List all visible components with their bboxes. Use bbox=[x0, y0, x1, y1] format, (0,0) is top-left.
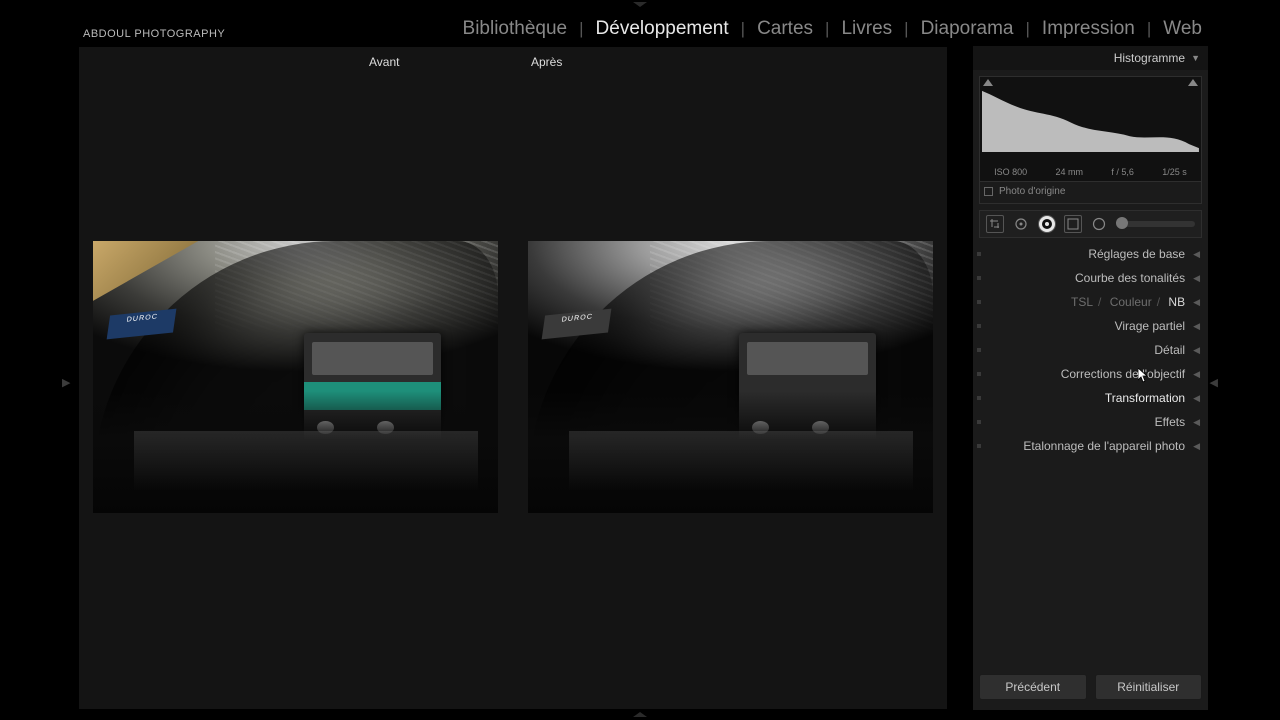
chevron-left-icon: ◀ bbox=[1193, 297, 1200, 308]
checkbox-icon[interactable] bbox=[984, 187, 993, 196]
chevron-left-icon: ◀ bbox=[1193, 249, 1200, 260]
module-sep: | bbox=[817, 19, 837, 39]
module-sep: | bbox=[733, 19, 753, 39]
module-book[interactable]: Livres bbox=[837, 18, 896, 40]
chevron-left-icon: ◀ bbox=[1193, 273, 1200, 284]
panel-hsl[interactable]: TSL/ Couleur/ NB ◀ bbox=[973, 290, 1208, 314]
hsl-tab-color[interactable]: Couleur bbox=[1110, 295, 1152, 309]
previous-button[interactable]: Précédent bbox=[979, 674, 1087, 700]
left-panel-collapsed: ▶ bbox=[0, 46, 78, 710]
develop-canvas: Avant Après DUROC DUROC bbox=[78, 46, 948, 710]
hsl-tab-tsl[interactable]: TSL bbox=[1071, 295, 1093, 309]
histogram[interactable]: ISO 800 24 mm f / 5,6 1/25 s bbox=[979, 76, 1202, 182]
panel-transform[interactable]: Transformation◀ bbox=[973, 386, 1208, 410]
chevron-left-icon: ◀ bbox=[1193, 417, 1200, 428]
chevron-down-icon: ▼ bbox=[1191, 53, 1200, 63]
right-edge-strip: ◀ bbox=[1208, 46, 1280, 710]
exif-aperture: f / 5,6 bbox=[1111, 167, 1134, 177]
reset-button[interactable]: Réinitialiser bbox=[1095, 674, 1203, 700]
develop-panel-list: Réglages de base◀ Courbe des tonalités◀ … bbox=[973, 242, 1208, 458]
graduated-filter-icon[interactable] bbox=[1064, 215, 1082, 233]
panel-split-toning[interactable]: Virage partiel◀ bbox=[973, 314, 1208, 338]
after-image[interactable]: DUROC bbox=[528, 241, 933, 513]
module-sep: | bbox=[1139, 19, 1159, 39]
chevron-left-icon: ◀ bbox=[1193, 393, 1200, 404]
exif-shutter: 1/25 s bbox=[1162, 167, 1187, 177]
chevron-left-icon: ◀ bbox=[1193, 321, 1200, 332]
panel-camera-calibration[interactable]: Etalonnage de l'appareil photo◀ bbox=[973, 434, 1208, 458]
chevron-left-icon: ◀ bbox=[1193, 441, 1200, 452]
panel-effects[interactable]: Effets◀ bbox=[973, 410, 1208, 434]
chevron-left-icon: ◀ bbox=[1193, 345, 1200, 356]
chevron-left-icon: ◀ bbox=[1193, 369, 1200, 380]
panel-basic[interactable]: Réglages de base◀ bbox=[973, 242, 1208, 266]
histogram-title: Histogramme bbox=[1114, 51, 1185, 65]
module-slideshow[interactable]: Diaporama bbox=[917, 18, 1018, 40]
original-photo-row[interactable]: Photo d'origine bbox=[979, 182, 1202, 204]
module-sep: | bbox=[1018, 19, 1038, 39]
module-web[interactable]: Web bbox=[1159, 18, 1206, 40]
panel-tonecurve[interactable]: Courbe des tonalités◀ bbox=[973, 266, 1208, 290]
hsl-tab-bw[interactable]: NB bbox=[1168, 295, 1185, 309]
station-sign: DUROC bbox=[542, 308, 612, 339]
module-print[interactable]: Impression bbox=[1038, 18, 1139, 40]
histogram-header[interactable]: Histogramme ▼ bbox=[973, 46, 1208, 70]
top-bar: ABDOUL PHOTOGRAPHY Bibliothèque | Dévelo… bbox=[0, 0, 1280, 46]
bottom-panel-toggle-icon[interactable] bbox=[633, 712, 647, 718]
module-develop[interactable]: Développement bbox=[592, 18, 733, 40]
brush-size-slider[interactable] bbox=[1116, 221, 1195, 227]
redeye-tool-icon[interactable] bbox=[1038, 215, 1056, 233]
crop-tool-icon[interactable] bbox=[986, 215, 1004, 233]
panel-detail[interactable]: Détail◀ bbox=[973, 338, 1208, 362]
before-label: Avant bbox=[369, 55, 399, 69]
exif-focal: 24 mm bbox=[1056, 167, 1084, 177]
station-sign: DUROC bbox=[107, 308, 177, 339]
expand-right-icon[interactable]: ◀ bbox=[1210, 376, 1218, 389]
exif-iso: ISO 800 bbox=[994, 167, 1027, 177]
module-sep: | bbox=[896, 19, 916, 39]
module-map[interactable]: Cartes bbox=[753, 18, 817, 40]
local-tools-strip bbox=[979, 210, 1202, 238]
original-photo-label: Photo d'origine bbox=[999, 186, 1065, 197]
radial-filter-icon[interactable] bbox=[1090, 215, 1108, 233]
expand-left-icon[interactable]: ▶ bbox=[62, 376, 70, 389]
develop-right-panel: Histogramme ▼ ISO 800 24 mm f / 5,6 1/25… bbox=[972, 46, 1208, 710]
spot-tool-icon[interactable] bbox=[1012, 215, 1030, 233]
module-library[interactable]: Bibliothèque bbox=[459, 18, 572, 40]
module-sep: | bbox=[571, 19, 591, 39]
panel-lens-corrections[interactable]: Corrections de l'objectif◀ bbox=[973, 362, 1208, 386]
before-image[interactable]: DUROC bbox=[93, 241, 498, 513]
compare-labels: Avant Après bbox=[79, 55, 947, 69]
module-picker: Bibliothèque | Développement | Cartes | … bbox=[459, 18, 1206, 40]
identity-plate: ABDOUL PHOTOGRAPHY bbox=[83, 28, 225, 40]
after-label: Après bbox=[531, 55, 562, 69]
